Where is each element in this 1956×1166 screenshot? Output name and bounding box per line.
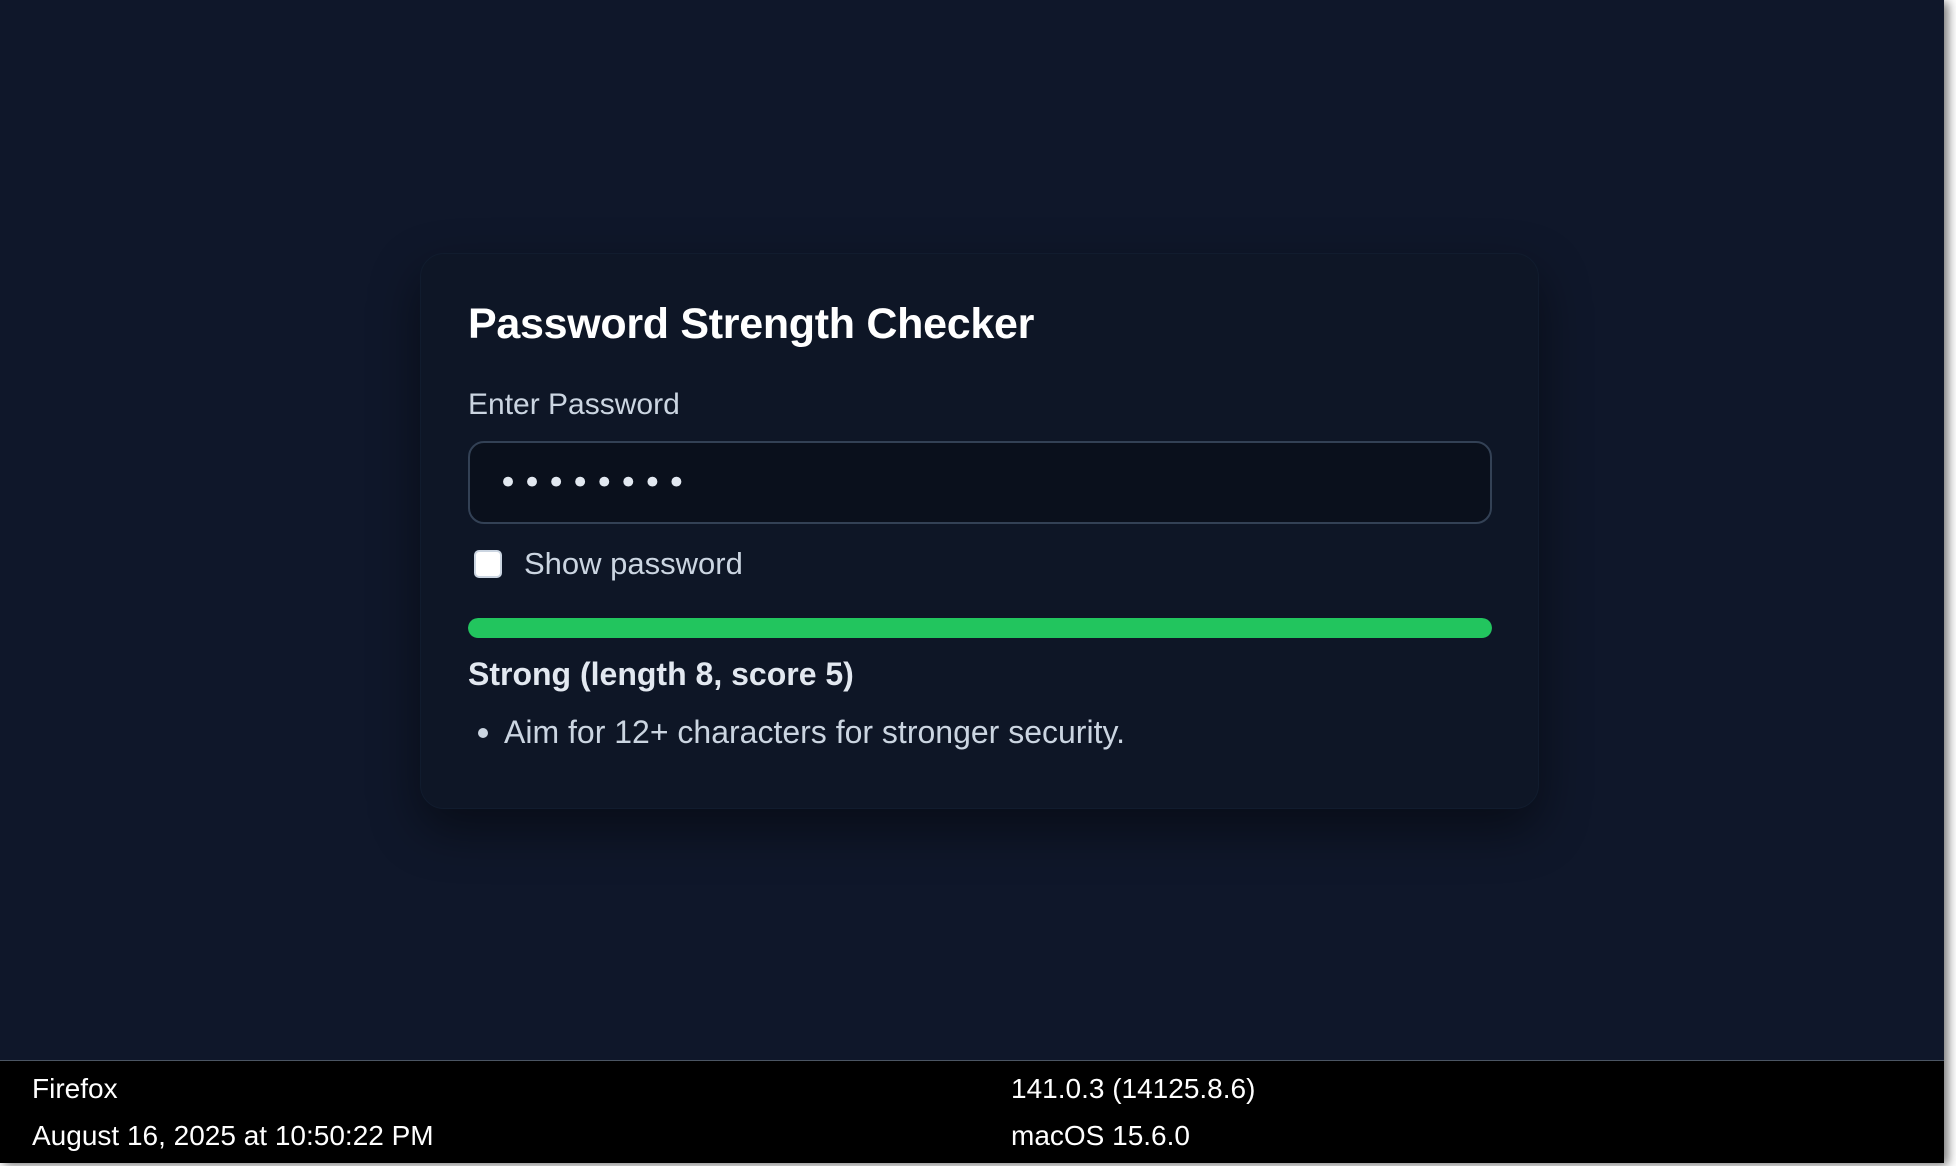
page-title: Password Strength Checker [468, 300, 1035, 348]
password-checker-card: Password Strength Checker Enter Password… [420, 253, 1539, 809]
show-password-label[interactable]: Show password [524, 546, 743, 582]
os-version: macOS 15.6.0 [1011, 1120, 1190, 1151]
list-item: Aim for 12+ characters for stronger secu… [468, 714, 1125, 751]
browser-viewport: Password Strength Checker Enter Password… [0, 0, 1944, 1060]
browser-name: Firefox [32, 1073, 118, 1104]
capture-timestamp: August 16, 2025 at 10:50:22 PM [32, 1120, 434, 1151]
bullet-icon [478, 727, 488, 738]
show-password-row[interactable]: Show password [474, 546, 743, 582]
show-password-checkbox[interactable] [474, 550, 502, 578]
strength-summary: Strong (length 8, score 5) [468, 656, 854, 692]
password-field-label: Enter Password [468, 388, 680, 421]
strength-meter-fill [468, 618, 1492, 638]
tips-list: Aim for 12+ characters for stronger secu… [468, 714, 1125, 751]
tip-text: Aim for 12+ characters for stronger secu… [504, 714, 1125, 750]
password-input[interactable] [468, 441, 1492, 524]
system-info-bar: Firefox 141.0.3 (14125.8.6) August 16, 2… [0, 1060, 1944, 1163]
screen: Password Strength Checker Enter Password… [0, 0, 1944, 1163]
browser-version: 141.0.3 (14125.8.6) [1011, 1073, 1256, 1104]
strength-meter [468, 618, 1492, 638]
